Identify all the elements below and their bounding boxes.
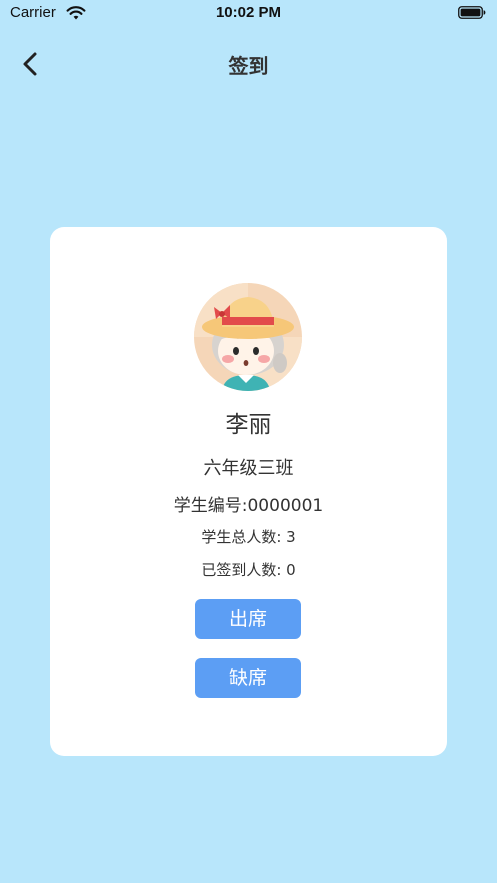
battery-icon <box>458 6 486 19</box>
student-avatar <box>194 283 302 391</box>
status-bar: Carrier 10:02 PM <box>0 0 497 30</box>
signed-in-count: 已签到人数: 0 <box>201 561 296 579</box>
total-students: 学生总人数: 3 <box>201 528 296 546</box>
present-button[interactable]: 出席 <box>195 599 301 639</box>
student-class: 六年级三班 <box>203 458 294 479</box>
student-card: 李丽 六年级三班 学生编号:0000001 学生总人数: 3 已签到人数: 0 … <box>50 227 447 756</box>
status-time: 10:02 PM <box>215 4 282 21</box>
student-number: 学生编号:0000001 <box>173 496 324 516</box>
page-title: 签到 <box>228 54 269 78</box>
absent-button[interactable]: 缺席 <box>195 658 301 698</box>
cartoon-girl-avatar-icon <box>194 283 302 391</box>
student-name: 李丽 <box>225 412 272 438</box>
